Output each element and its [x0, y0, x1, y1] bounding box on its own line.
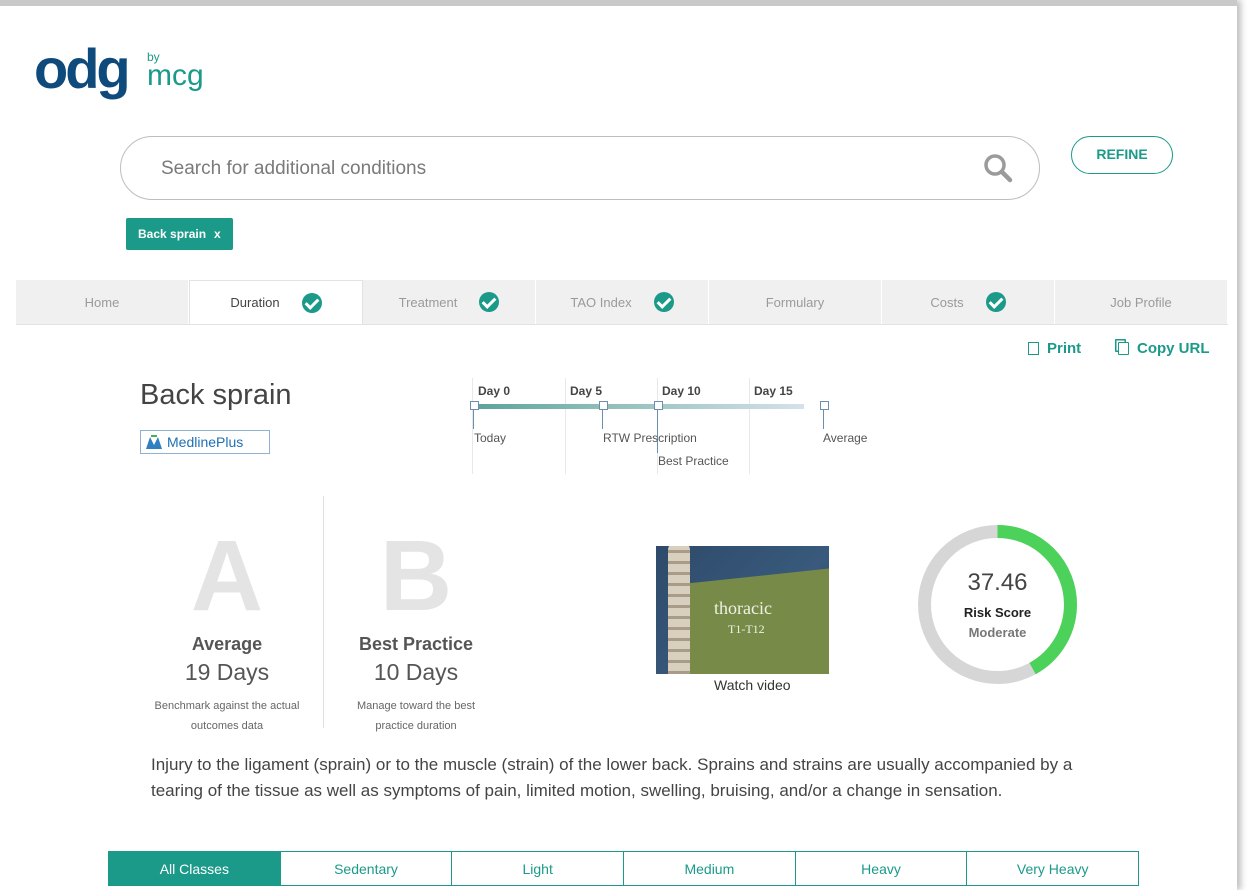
class-tab-all[interactable]: All Classes — [109, 852, 281, 885]
best-practice-metric: B Best Practice 10 Days Manage toward th… — [328, 526, 504, 736]
risk-score-gauge: 37.46 Risk Score Moderate — [916, 523, 1079, 686]
class-tab-light[interactable]: Light — [452, 852, 625, 885]
metric-description: Manage toward the best practice duration — [356, 700, 476, 732]
class-tab-medium[interactable]: Medium — [624, 852, 796, 885]
video-thumbnail[interactable]: thoracic T1-T12 — [656, 546, 829, 674]
marker-tick — [473, 409, 474, 429]
copy-url-label: Copy URL — [1137, 340, 1210, 357]
metric-name: Best Practice — [358, 634, 474, 654]
logo-mcg-text: mcg — [147, 59, 204, 92]
spine-illustration — [668, 546, 690, 674]
today-label: Today — [474, 431, 507, 445]
page-frame: odg by mcg REFINE Back sprainx Home Dura… — [0, 0, 1237, 890]
tab-home[interactable]: Home — [16, 280, 189, 324]
tab-formulary[interactable]: Formulary — [709, 280, 882, 324]
marker-tick — [602, 409, 603, 429]
risk-score-label: Risk Score — [963, 605, 1032, 620]
duration-timeline: Day 0 Day 5 Day 10 Day 15 Today RTW Pres… — [470, 378, 892, 474]
risk-level: Moderate — [968, 625, 1027, 640]
chip-remove-icon[interactable]: x — [214, 227, 221, 241]
refine-button[interactable]: REFINE — [1071, 136, 1173, 174]
day-label: Day 15 — [754, 384, 793, 398]
section-tabs: Home Duration Treatment TAO Index Formul… — [16, 280, 1228, 325]
rtw-marker[interactable] — [599, 401, 608, 410]
metric-divider — [323, 496, 324, 728]
risk-score-value: 37.46 — [967, 569, 1028, 596]
day-label: Day 10 — [662, 384, 701, 398]
class-tab-very-heavy[interactable]: Very Heavy — [967, 852, 1138, 885]
search-icon[interactable] — [983, 153, 1013, 183]
watch-video-link[interactable]: Watch video — [656, 677, 856, 693]
metric-name: Average — [191, 634, 263, 654]
tab-label: Duration — [230, 295, 280, 310]
best-practice-marker[interactable] — [654, 401, 663, 410]
search-input[interactable] — [159, 151, 943, 187]
timeline-track — [474, 404, 804, 409]
average-metric: A Average 19 Days Benchmark against the … — [138, 526, 316, 736]
condition-chip[interactable]: Back sprain x — [126, 218, 233, 250]
marker-tick — [823, 409, 824, 429]
check-circle-icon — [653, 292, 674, 312]
metric-description: Benchmark against the actual outcomes dat… — [154, 700, 300, 732]
check-circle-icon — [985, 292, 1006, 312]
video-title: thoracic — [714, 598, 772, 618]
timeline-gridline — [565, 378, 566, 474]
medlineplus-logo-icon — [146, 435, 162, 449]
day-label: Day 5 — [570, 384, 603, 398]
video-subtitle: T1-T12 — [728, 622, 765, 636]
logo-odg-text: odg — [34, 37, 131, 100]
tab-treatment[interactable]: Treatment — [363, 280, 536, 324]
chip-label: Back sprain — [138, 227, 207, 241]
best-practice-label: Best Practice — [658, 454, 729, 468]
timeline-gridline — [749, 378, 750, 474]
tab-label: Costs — [930, 294, 964, 310]
tab-duration[interactable]: Duration — [189, 280, 363, 324]
tab-label: TAO Index — [570, 294, 632, 310]
tab-label: Treatment — [398, 294, 458, 310]
job-class-tabs: All Classes Sedentary Light Medium Heavy… — [108, 851, 1139, 886]
tab-label: Formulary — [765, 294, 825, 310]
tab-label: Home — [84, 294, 120, 310]
search-bar — [120, 136, 1040, 200]
rtw-label: RTW Prescription — [603, 431, 697, 445]
print-link[interactable]: Print — [1028, 340, 1081, 357]
day-label: Day 0 — [478, 384, 511, 398]
metric-letter: A — [190, 520, 264, 632]
condition-description: Injury to the ligament (sprain) or to th… — [151, 755, 1073, 800]
class-tab-sedentary[interactable]: Sedentary — [281, 852, 453, 885]
tab-tao-index[interactable]: TAO Index — [536, 280, 709, 324]
tab-job-profile[interactable]: Job Profile — [1055, 280, 1228, 324]
check-circle-icon — [479, 292, 500, 312]
average-marker[interactable] — [820, 401, 829, 410]
class-tab-heavy[interactable]: Heavy — [796, 852, 968, 885]
metric-letter: B — [379, 520, 453, 632]
copy-icon — [1118, 342, 1129, 355]
metric-days: 19 Days — [184, 659, 270, 685]
check-circle-icon — [301, 292, 322, 313]
tab-costs[interactable]: Costs — [882, 280, 1055, 324]
average-label: Average — [823, 431, 868, 445]
medlineplus-badge[interactable]: MedlinePlus — [140, 430, 270, 454]
condition-title: Back sprain — [140, 379, 292, 411]
metric-days: 10 Days — [373, 659, 459, 685]
copy-url-link[interactable]: Copy URL — [1118, 340, 1210, 357]
medlineplus-label: MedlinePlus — [167, 434, 244, 450]
tab-label: Job Profile — [1110, 294, 1172, 310]
pdf-icon — [1028, 342, 1039, 355]
print-label: Print — [1047, 340, 1082, 357]
today-marker[interactable] — [470, 401, 479, 410]
